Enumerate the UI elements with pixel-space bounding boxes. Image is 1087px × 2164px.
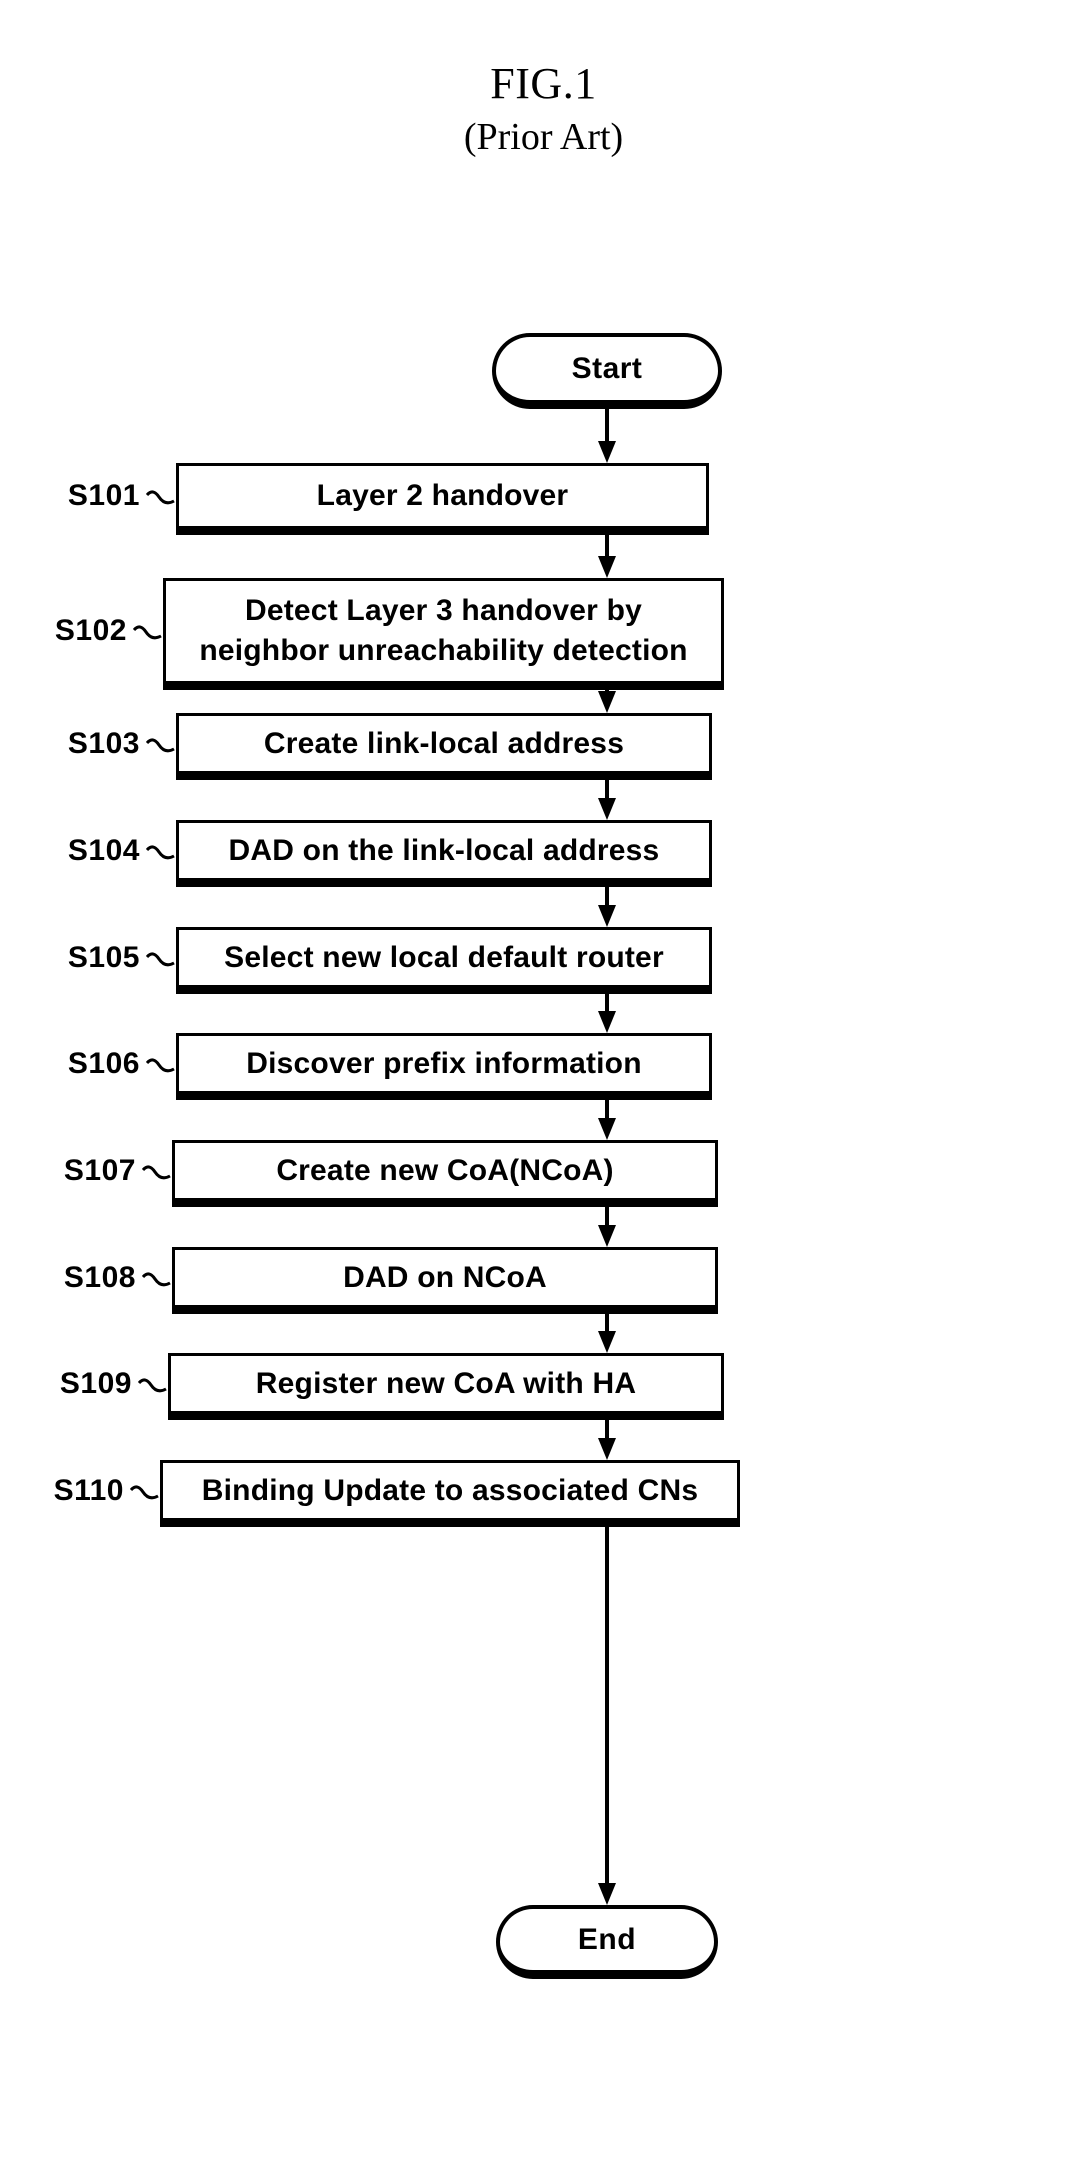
flowchart-step-s108: DAD on NCoA	[172, 1247, 718, 1314]
flowchart-step-s110: Binding Update to associated CNs	[160, 1460, 740, 1527]
end-label: End	[577, 1922, 637, 1956]
arrow-s108-to-s109	[594, 1314, 620, 1353]
step-text-s107: Create new CoA(NCoA)	[276, 1153, 614, 1187]
flowchart-step-s107: Create new CoA(NCoA)	[172, 1140, 718, 1207]
step-label-s101: S101	[67, 479, 140, 512]
step-text-s105: Select new local default router	[224, 940, 664, 974]
flowchart-step-s101: Layer 2 handover	[176, 463, 709, 535]
step-text-s110: Binding Update to associated CNs	[201, 1473, 699, 1507]
step-text-s108: DAD on NCoA	[343, 1260, 547, 1294]
arrow-s105-to-s106	[594, 994, 620, 1033]
arrow-s109-to-s110	[594, 1420, 620, 1460]
step-connector-s101	[145, 489, 175, 507]
step-label-s105: S105	[67, 940, 140, 974]
flowchart-step-s102: Detect Layer 3 handover by neighbor unre…	[163, 578, 724, 690]
step-label-s102: S102	[54, 614, 127, 647]
step-connector-s108	[141, 1271, 171, 1289]
arrow-s110-to-end	[594, 1527, 620, 1905]
arrow-s101-to-s102	[594, 535, 620, 578]
step-label-s103: S103	[67, 726, 140, 760]
flowchart-start-terminator: Start	[492, 333, 722, 409]
flowchart-step-s104: DAD on the link-local address	[176, 820, 712, 887]
step-text-s103: Create link-local address	[263, 726, 625, 760]
arrow-s103-to-s104	[594, 780, 620, 820]
step-text-s104: DAD on the link-local address	[228, 833, 660, 867]
step-connector-s104	[145, 844, 175, 862]
step-text-s102: Detect Layer 3 handover by neighbor unre…	[199, 594, 688, 667]
step-label-s104: S104	[67, 833, 140, 867]
step-text-s106: Discover prefix information	[246, 1046, 642, 1080]
flowchart-step-s106: Discover prefix information	[176, 1033, 712, 1100]
step-connector-s107	[141, 1164, 171, 1182]
flowchart-step-s103: Create link-local address	[176, 713, 712, 780]
arrow-s107-to-s108	[594, 1207, 620, 1247]
step-label-s106: S106	[67, 1046, 140, 1080]
start-label: Start	[571, 351, 643, 385]
step-connector-s103	[145, 737, 175, 755]
arrow-start-to-s101	[594, 409, 620, 463]
step-connector-s106	[145, 1057, 175, 1075]
flowchart-end-terminator: End	[496, 1905, 718, 1979]
step-connector-s110	[129, 1484, 159, 1502]
step-connector-s102	[132, 624, 162, 642]
step-text-s109: Register new CoA with HA	[255, 1366, 637, 1400]
step-connector-s105	[145, 951, 175, 969]
flowchart-diagram: Start S101 Layer 2 handover S102 Detect …	[0, 0, 1087, 2164]
step-label-s109: S109	[59, 1366, 132, 1400]
step-text-s101: Layer 2 handover	[316, 479, 569, 512]
step-label-s108: S108	[63, 1260, 136, 1294]
arrow-s104-to-s105	[594, 887, 620, 927]
step-connector-s109	[137, 1377, 167, 1395]
arrow-s102-to-s103	[594, 690, 620, 713]
step-label-s107: S107	[63, 1153, 136, 1187]
flowchart-step-s105: Select new local default router	[176, 927, 712, 994]
flowchart-step-s109: Register new CoA with HA	[168, 1353, 724, 1420]
step-label-s110: S110	[53, 1473, 124, 1507]
arrow-s106-to-s107	[594, 1100, 620, 1140]
